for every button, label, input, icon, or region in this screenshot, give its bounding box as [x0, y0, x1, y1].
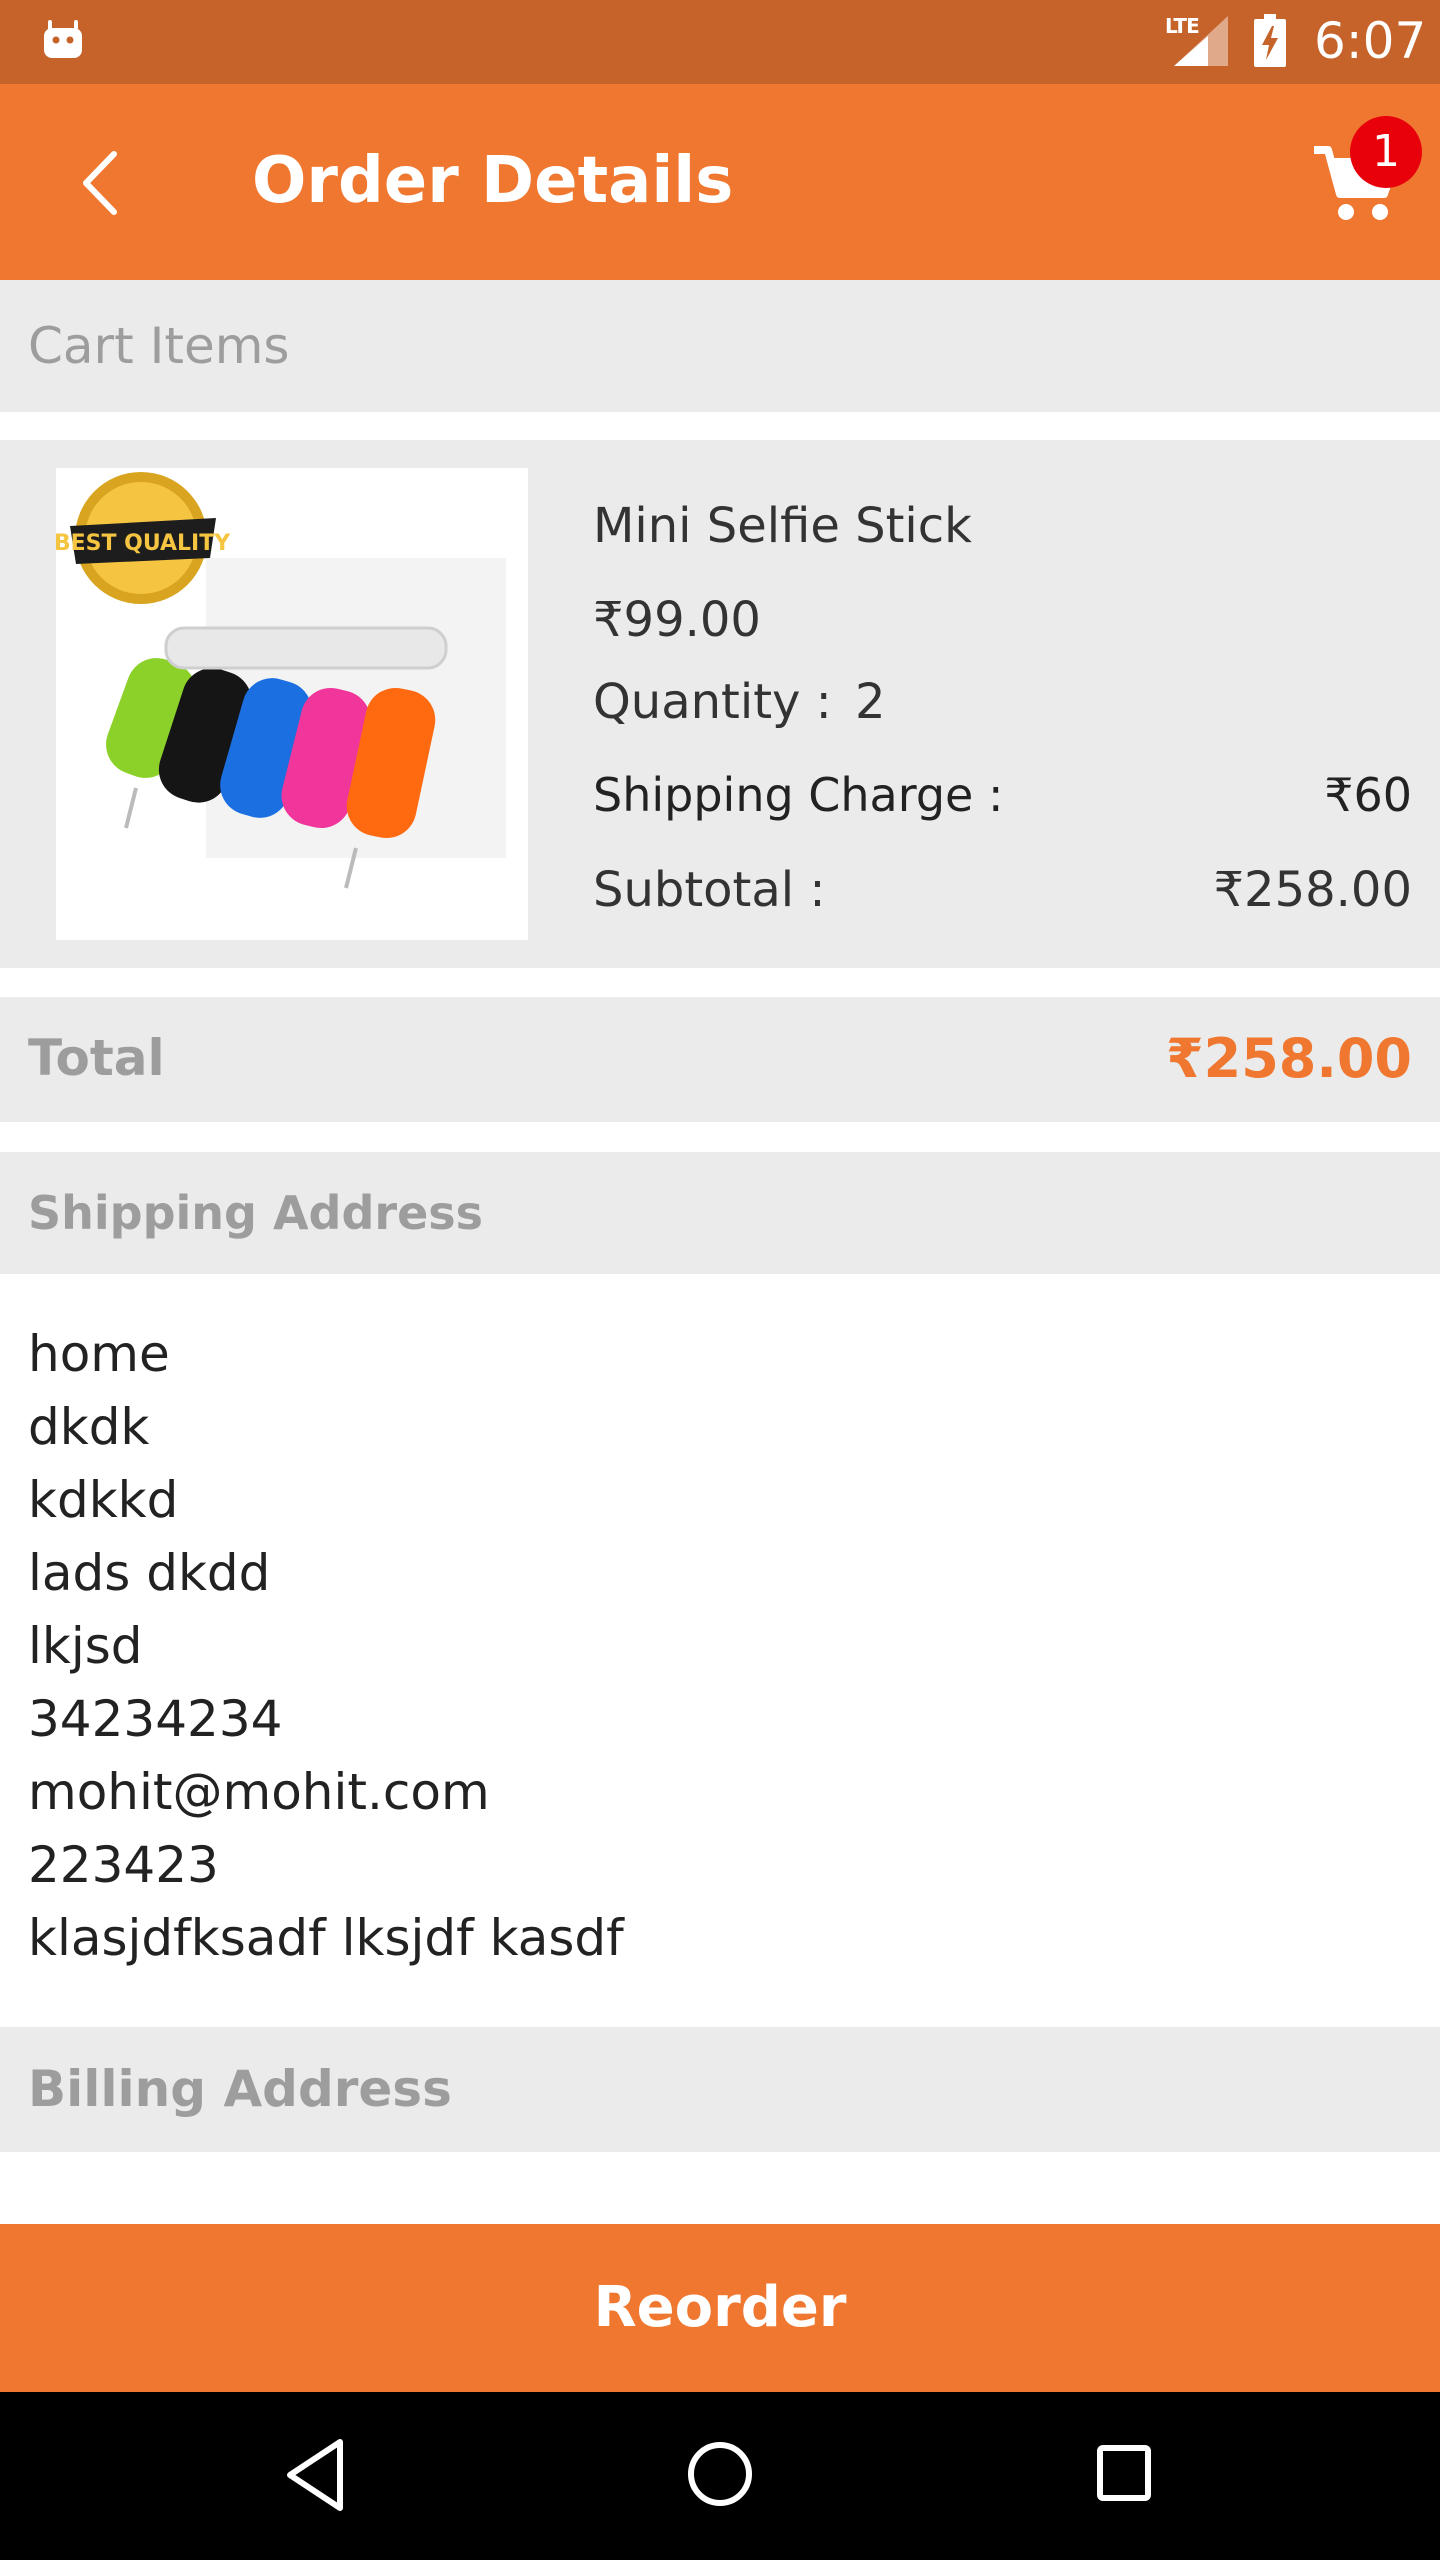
app-bar: Order Details 1 [0, 84, 1440, 280]
circle-home-icon[interactable] [686, 2436, 754, 2512]
billing-address-header: Billing Address [0, 2027, 1440, 2152]
total-bar: Total ₹258.00 [0, 997, 1440, 1122]
status-bar: LTE 6:07 [0, 0, 1440, 84]
shipping-charge-value: ₹60 [1324, 768, 1412, 822]
address-line: lads dkdd [28, 1544, 271, 1602]
quantity-label: Quantity : [593, 674, 832, 730]
shipping-charge-label: Shipping Charge : [593, 768, 1004, 822]
subtotal-value: ₹258.00 [1213, 862, 1413, 918]
total-label: Total [28, 1029, 165, 1087]
cart-count-badge[interactable]: 1 [1350, 116, 1422, 188]
system-nav-bar [0, 2392, 1440, 2560]
reorder-button[interactable]: Reorder [0, 2224, 1440, 2392]
subtotal-label: Subtotal : [593, 862, 826, 918]
seal-text: BEST QUALITY [56, 531, 231, 556]
square-recent-icon[interactable] [1095, 2440, 1153, 2506]
cart-items-header: Cart Items [0, 280, 1440, 412]
product-image[interactable]: BEST QUALITY [54, 468, 528, 940]
address-line: klasjdfksadf lksjdf kasdf [28, 1909, 624, 1967]
signal-icon [1174, 16, 1228, 66]
address-line: kdkkd [28, 1471, 179, 1529]
address-line: mohit@mohit.com [28, 1763, 490, 1821]
clock: 6:07 [1314, 12, 1427, 70]
quantity-value: 2 [855, 674, 886, 730]
cart-item-card[interactable]: BEST QUALITY Mini Selfie Stick ₹99.00 Qu… [0, 440, 1440, 968]
product-price: ₹99.00 [593, 592, 761, 648]
shipping-address-block: home dkdk kdkkd lads dkdd lkjsd 34234234… [28, 1318, 1408, 1975]
battery-charging-icon [1254, 14, 1286, 67]
address-line: dkdk [28, 1398, 150, 1456]
triangle-back-icon[interactable] [282, 2436, 348, 2514]
address-line: 34234234 [28, 1690, 283, 1748]
total-value: ₹258.00 [1166, 1027, 1412, 1090]
address-line: home [28, 1325, 170, 1383]
address-line: 223423 [28, 1836, 219, 1894]
android-icon [44, 20, 82, 58]
address-line: lkjsd [28, 1617, 143, 1675]
shipping-address-header: Shipping Address [0, 1152, 1440, 1274]
page-title: Order Details [252, 144, 734, 218]
back-arrow-icon[interactable] [70, 148, 128, 218]
product-name[interactable]: Mini Selfie Stick [593, 498, 972, 554]
